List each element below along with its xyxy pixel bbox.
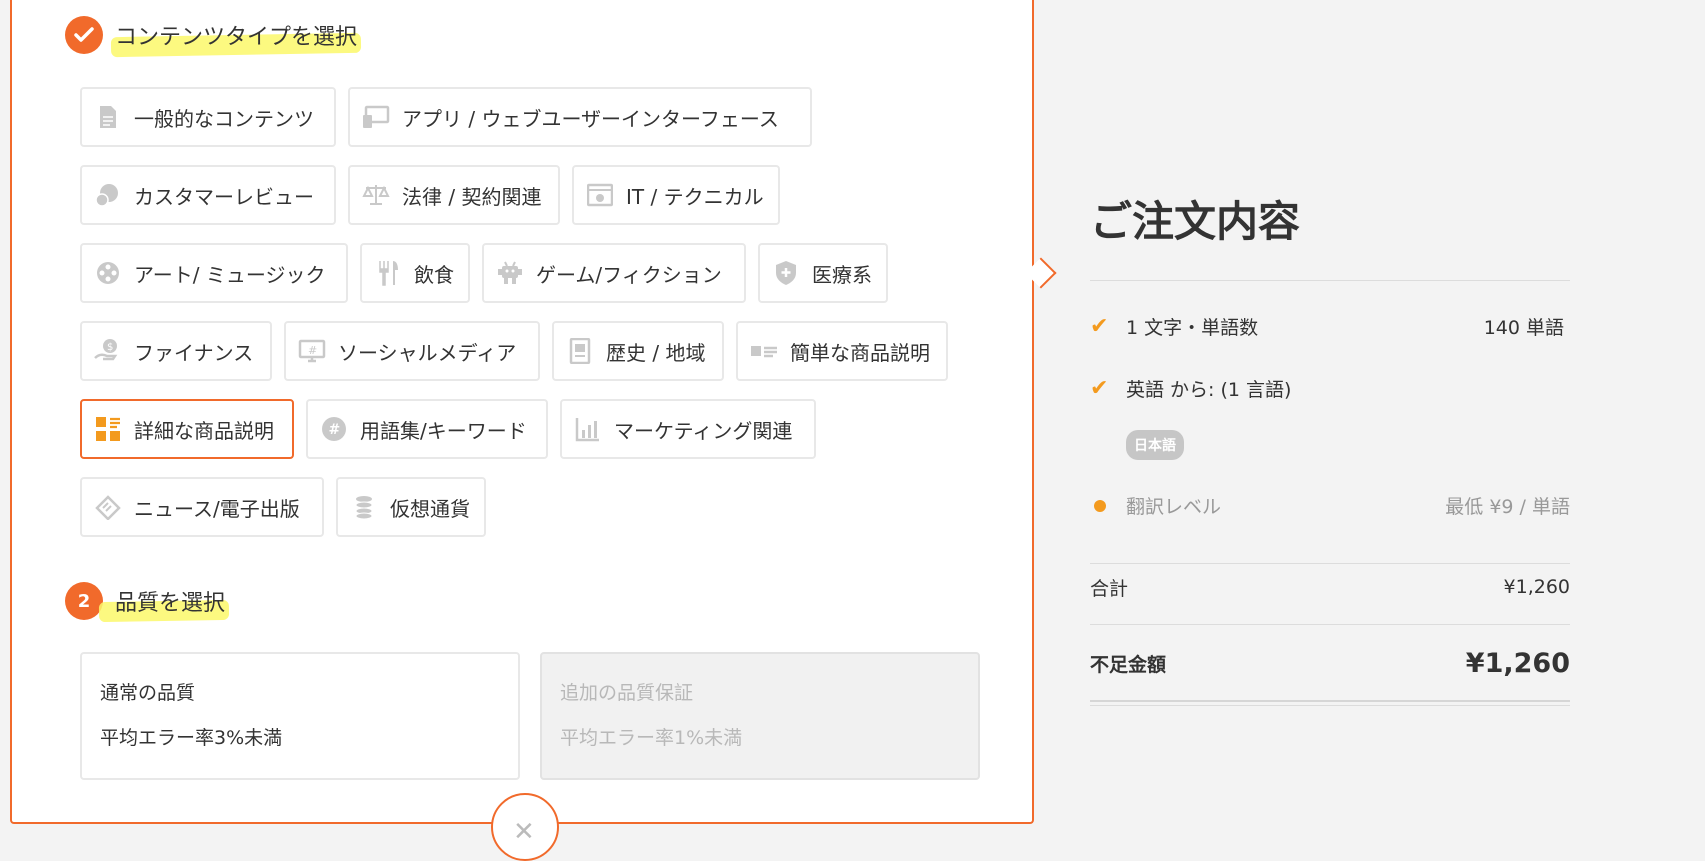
summary-divider [1090, 705, 1570, 706]
money-hand-icon: $ [94, 337, 122, 365]
language-label: 英語 から: (1 言語) [1126, 379, 1292, 401]
quality-extra-detail: 平均エラー率1%未満 [560, 727, 743, 749]
step2-number: 2 [65, 582, 103, 620]
quality-standard-option[interactable]: 通常の品質 平均エラー率3%未満 [80, 652, 520, 780]
social-screen-icon: # [298, 337, 326, 365]
summary-divider [1090, 280, 1570, 281]
summary-divider [1090, 563, 1570, 564]
svg-text:#: # [308, 344, 317, 357]
browser-gear-icon [586, 181, 614, 209]
due-value: ¥1,260 [1465, 648, 1570, 679]
summary-divider [1090, 624, 1570, 625]
svg-text:$: $ [107, 342, 113, 353]
content-type-glossary-keywords[interactable]: # 用語集/キーワード [306, 399, 548, 459]
status-dot-icon [1094, 499, 1106, 512]
content-type-legal[interactable]: 法律 / 契約関連 [348, 165, 560, 225]
content-type-history-region[interactable]: 歴史 / 地域 [552, 321, 724, 381]
content-type-app-web-ui[interactable]: アプリ / ウェブユーザーインターフェース [348, 87, 812, 147]
product-grid-icon [94, 415, 122, 443]
close-icon: ✕ [513, 817, 535, 847]
step2-header: 2 品質を選択 [65, 582, 230, 623]
summary-language-row: ✔ 英語 から: (1 言語) [1090, 375, 1570, 402]
medical-shield-icon [772, 259, 800, 287]
quality-extra-name: 追加の品質保証 [560, 682, 694, 704]
content-type-customer-review[interactable]: カスタマーレビュー [80, 165, 336, 225]
step2-title: 品質を選択 [98, 585, 230, 623]
quality-extra-assurance-option[interactable]: 追加の品質保証 平均エラー率1%未満 [540, 652, 980, 780]
summary-level-row: 翻訳レベル 最低 ¥9 / 単語 [1090, 492, 1570, 519]
bar-chart-icon [574, 415, 602, 443]
content-type-simple-product-description[interactable]: 簡単な商品説明 [736, 321, 948, 381]
hashtag-icon: # [320, 415, 348, 443]
word-count-value: 140 単語 [1483, 317, 1564, 339]
summary-title: ご注文内容 [1090, 197, 1301, 246]
coin-stack-icon [350, 493, 378, 521]
film-reel-icon [94, 259, 122, 287]
newspaper-icon [94, 493, 122, 521]
book-icon [566, 337, 594, 365]
check-icon: ✔ [1090, 314, 1109, 339]
content-type-detailed-product-description[interactable]: 詳細な商品説明 [80, 399, 294, 459]
content-type-food[interactable]: 飲食 [360, 243, 470, 303]
svg-text:#: # [329, 422, 341, 438]
utensils-icon [374, 259, 402, 287]
step1-check-icon [65, 16, 103, 54]
summary-total-row: 合計 ¥1,260 [1090, 575, 1570, 600]
content-type-art-music[interactable]: アート/ ミュージック [80, 243, 348, 303]
document-icon [94, 103, 122, 131]
quality-standard-name: 通常の品質 [100, 682, 196, 704]
total-value: ¥1,260 [1503, 576, 1570, 598]
content-type-marketing[interactable]: マーケティング関連 [560, 399, 816, 459]
game-character-icon [496, 259, 524, 287]
content-type-medical[interactable]: 医療系 [758, 243, 888, 303]
quality-standard-detail: 平均エラー率3%未満 [100, 727, 283, 749]
summary-divider [1090, 700, 1570, 702]
due-label: 不足金額 [1090, 654, 1167, 676]
level-value: 最低 ¥9 / 単語 [1445, 496, 1570, 518]
content-type-cryptocurrency[interactable]: 仮想通貨 [336, 477, 486, 537]
step1-title: コンテンツタイプを選択 [110, 19, 362, 58]
content-type-it-technical[interactable]: IT / テクニカル [572, 165, 780, 225]
product-list-icon [750, 337, 778, 365]
total-label: 合計 [1090, 577, 1129, 600]
scales-icon [362, 181, 390, 209]
chat-bubble-icon [94, 181, 122, 209]
collapse-toggle-button[interactable]: ✕ [491, 793, 559, 861]
check-icon: ✔ [1090, 376, 1109, 401]
content-type-finance[interactable]: $ ファイナンス [80, 321, 272, 381]
step1-header: コンテンツタイプを選択 [65, 16, 362, 58]
content-type-social-media[interactable]: # ソーシャルメディア [284, 321, 540, 381]
target-language-badge: 日本語 [1126, 430, 1184, 460]
summary-due-row: 不足金額 ¥1,260 [1090, 648, 1570, 679]
content-type-news-epublishing[interactable]: ニュース/電子出版 [80, 477, 324, 537]
devices-icon [362, 103, 390, 131]
level-label: 翻訳レベル [1126, 496, 1222, 518]
content-type-general[interactable]: 一般的なコンテンツ [80, 87, 336, 147]
word-count-label: 1 文字・単語数 [1126, 317, 1259, 339]
content-type-game-fiction[interactable]: ゲーム/フィクション [482, 243, 746, 303]
summary-word-count-row: ✔ 1 文字・単語数 140 単語 [1090, 313, 1570, 340]
